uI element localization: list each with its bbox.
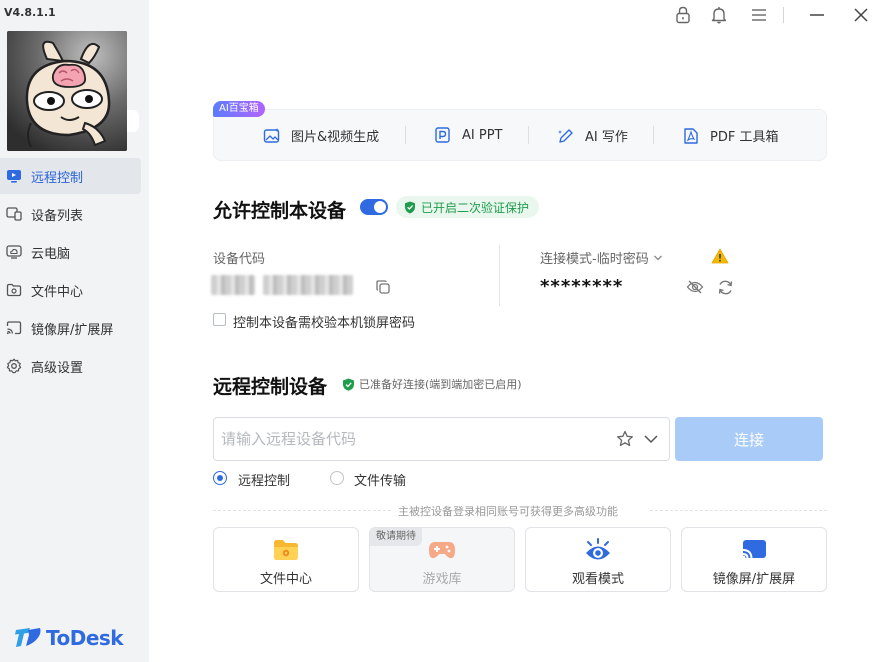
pdf-toolbox-button[interactable]: PDF 工具箱 [682,126,778,145]
sidebar-item-label: 远程控制 [31,170,84,186]
sidebar-item-mirror-screen[interactable]: 镜像屏/扩展屏 [0,310,141,346]
mode-remote-control-label[interactable]: 远程控制 [238,470,290,489]
device-code-label: 设备代码 [213,252,266,267]
todesk-logo-icon [15,628,41,647]
avatar-collapse-tab[interactable] [127,110,139,132]
connect-button[interactable]: 连接 [675,417,823,461]
sidebar-item-cloud-pc[interactable]: 云电脑 [0,234,141,270]
mode-file-transfer-label[interactable]: 文件传输 [354,470,406,489]
brand-name: ToDesk [46,626,124,650]
sidebar-item-label: 文件中心 [31,284,84,300]
cast-icon [740,536,768,564]
ai-writing-button[interactable]: AI 写作 [557,126,628,145]
two-factor-badge: 已开启二次验证保护 [396,196,540,218]
mode-file-transfer-radio[interactable] [330,471,344,485]
ai-divider [528,126,529,144]
card-file-center[interactable]: 文件中心 [213,527,359,592]
lock-icon[interactable] [672,4,694,26]
card-label: 观看模式 [571,572,624,587]
device-code-value [263,275,353,295]
sidebar-item-label: 镜像屏/扩展屏 [31,322,114,338]
ai-item-label: AI 写作 [585,130,628,145]
two-factor-badge-label: 已开启二次验证保护 [421,200,530,215]
ai-toolbox-badge: AI百宝箱 [213,101,265,117]
sidebar-item-label: 设备列表 [31,208,84,224]
lock-password-checkbox[interactable] [213,313,226,326]
pen-icon [557,127,575,145]
section-divider [499,245,500,306]
remote-code-input[interactable] [213,417,670,461]
warning-icon[interactable] [710,246,730,266]
copy-icon[interactable] [373,277,393,297]
sidebar-nav: 远程控制 设备列表 云电脑 文件中心 镜像屏/扩展屏 高级设置 [0,158,149,386]
sidebar-item-label: 高级设置 [31,360,84,376]
cloud-pc-icon [5,243,23,261]
refresh-icon[interactable] [715,277,735,297]
pdf-icon [682,127,700,145]
folder-icon [272,536,300,564]
mode-remote-control-radio[interactable] [213,471,227,485]
cast-icon [5,319,23,337]
hint-divider [213,510,391,511]
connection-mode-dropdown[interactable]: 连接模式-临时密码 [540,248,663,267]
ai-divider [405,126,406,144]
chevron-down-icon[interactable] [641,429,661,449]
eye-icon [584,536,612,564]
sidebar-item-advanced-settings[interactable]: 高级设置 [0,348,141,384]
ai-item-label: AI PPT [462,127,503,143]
eye-off-icon[interactable] [685,277,705,297]
card-label: 镜像屏/扩展屏 [712,572,796,587]
ai-item-label: 图片&视频生成 [291,130,380,145]
chevron-down-icon [653,255,662,260]
card-label: 文件中心 [259,572,312,587]
lock-password-label[interactable]: 控制本设备需校验本机锁屏密码 [233,312,415,331]
sidebar-item-devices[interactable]: 设备列表 [0,196,141,232]
allow-control-title: 允许控制本设备 [213,200,347,222]
sidebar-item-file-center[interactable]: 文件中心 [0,272,141,308]
ai-image-video-button[interactable]: 图片&视频生成 [263,126,379,145]
titlebar-divider [783,7,784,23]
shield-check-icon [405,201,415,213]
coming-soon-badge: 敬请期待 [370,528,422,546]
card-game-library[interactable]: 敬请期待 游戏库 [369,527,515,592]
gamepad-icon [428,536,456,564]
hint-divider [650,510,827,511]
device-code-value [211,275,255,295]
connection-status-label: 已准备好连接(端到端加密已启用) [359,378,522,391]
shield-check-icon [343,378,354,391]
ppt-icon [434,126,452,144]
minimize-icon[interactable] [806,4,828,26]
avatar[interactable] [7,31,127,151]
brand-logo: ToDesk [14,626,124,650]
ai-ppt-button[interactable]: AI PPT [434,126,502,144]
app-version: V4.8.1.1 [4,6,56,19]
sidebar-item-label: 云电脑 [31,246,71,262]
menu-icon[interactable] [748,4,770,26]
sidebar: V4.8.1.1 远程控制 设备列表 云电脑 文件中心 镜像屏/扩展屏 高级设置… [0,0,149,662]
account-hint: 主被控设备登录相同账号可获得更多高级功能 [398,505,618,518]
image-gen-icon [263,127,281,145]
card-mirror-screen[interactable]: 镜像屏/扩展屏 [681,527,827,592]
devices-icon [5,205,23,223]
connection-mode-label: 连接模式-临时密码 [540,252,649,267]
ai-item-label: PDF 工具箱 [710,130,779,145]
folder-icon [5,281,23,299]
card-label: 游戏库 [422,572,462,587]
sidebar-item-remote-control[interactable]: 远程控制 [0,158,141,194]
connection-status: 已准备好连接(端到端加密已启用) [342,376,522,392]
bell-icon[interactable] [708,4,730,26]
temporary-password: ******** [540,276,624,297]
monitor-icon [5,167,23,185]
allow-control-toggle[interactable] [360,199,388,215]
gear-icon [5,357,23,375]
ai-divider [653,126,654,144]
remote-control-title: 远程控制设备 [213,376,328,398]
card-watch-mode[interactable]: 观看模式 [525,527,671,592]
close-icon[interactable] [850,4,872,26]
star-icon[interactable] [615,429,635,449]
